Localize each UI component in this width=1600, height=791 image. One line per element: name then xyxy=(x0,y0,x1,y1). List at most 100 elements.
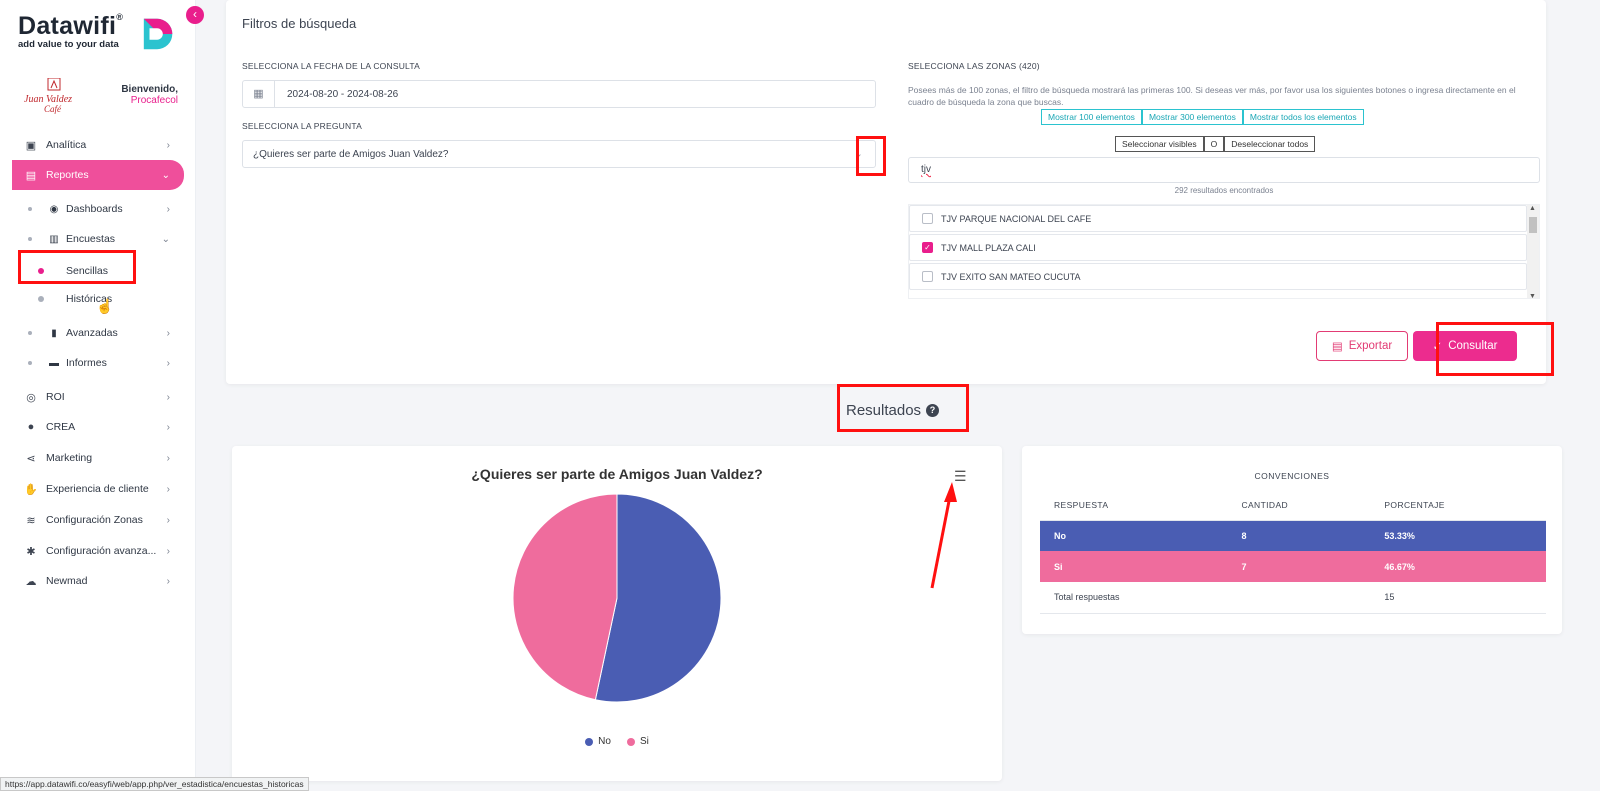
table-cell: Total respuestas xyxy=(1040,582,1228,614)
table-cell: 7 xyxy=(1227,551,1371,582)
zone-list: TJV PARQUE NACIONAL DEL CAFE ✓ TJV MALL … xyxy=(908,204,1540,299)
show-300-button[interactable]: Mostrar 300 elementos xyxy=(1141,109,1243,125)
logo-tagline: add value to your data xyxy=(18,39,119,50)
chevron-right-icon: › xyxy=(166,203,170,215)
legend-item-no[interactable]: No xyxy=(585,736,611,747)
table-cell: 53.33% xyxy=(1370,520,1546,551)
table-header: PORCENTAJE xyxy=(1370,490,1546,521)
welcome-title: Bienvenido, xyxy=(121,84,178,95)
chevron-down-icon[interactable]: ⌄ xyxy=(854,147,863,160)
consult-label: Consultar xyxy=(1448,340,1498,352)
sidebar-item-experiencia[interactable]: ✋ Experiencia de cliente › xyxy=(12,474,184,504)
help-icon[interactable]: ? xyxy=(926,404,940,417)
legend-label: Si xyxy=(639,736,649,747)
zones-note: Posees más de 100 zonas, el filtro de bú… xyxy=(908,85,1516,107)
pie-slice-si[interactable] xyxy=(512,493,618,701)
sidebar: Datawifi® add value to your data ‹ Juan … xyxy=(0,0,204,791)
chart-legend: No Si xyxy=(232,736,1002,747)
file-export-icon: ▤ xyxy=(1331,341,1343,353)
scroll-thumb[interactable] xyxy=(1529,217,1537,233)
legend-swatch xyxy=(626,737,635,746)
cursor-hand-icon: ☝ xyxy=(96,298,114,314)
checkbox[interactable] xyxy=(922,271,933,282)
export-button[interactable]: ▤ Exportar xyxy=(1316,331,1408,361)
datawifi-logo[interactable]: Datawifi® add value to your data xyxy=(18,12,173,50)
conventions-card: CONVENCIONES RESPUESTA CANTIDAD PORCENTA… xyxy=(1022,446,1562,634)
date-range-input[interactable]: ▦ 2024-08-20 - 2024-08-26 xyxy=(242,80,876,108)
document-icon: ▤ xyxy=(25,169,37,182)
logo-mark-icon xyxy=(143,18,173,50)
zone-search-input[interactable]: tjv xyxy=(908,157,1540,183)
date-label: SELECCIONA LA FECHA DE LA CONSULTA xyxy=(242,61,420,71)
results-title: Resultados ? xyxy=(846,402,940,419)
welcome-user: Procafecol xyxy=(130,95,178,106)
chevron-left-icon[interactable]: ‹ xyxy=(186,6,204,24)
sidebar-item-label: Analítica xyxy=(46,139,87,151)
sidebar-item-analitica[interactable]: ▣ Analítica › xyxy=(12,130,184,160)
clipboard-icon: ▥ xyxy=(49,233,59,245)
export-label: Exportar xyxy=(1348,340,1393,352)
select-visible-button[interactable]: Seleccionar visibles xyxy=(1115,136,1204,152)
table-row: No 8 53.33% xyxy=(1040,520,1546,551)
pie-chart xyxy=(512,493,722,703)
sidebar-item-label: Configuración avanza... xyxy=(46,545,157,557)
sidebar-item-informes[interactable]: ▬ Informes › xyxy=(24,350,184,376)
scroll-up-icon[interactable]: ▲ xyxy=(1529,205,1536,212)
zone-list-scrollbar[interactable]: ▲ ▼ xyxy=(1527,205,1539,298)
zone-row[interactable]: TJV EXITO SAN MATEO CUCUTA xyxy=(909,263,1527,290)
show-100-button[interactable]: Mostrar 100 elementos xyxy=(1041,109,1142,125)
table-cell: 15 xyxy=(1370,582,1546,614)
zone-result-count: 292 resultados encontrados xyxy=(1174,186,1274,195)
status-bar-url: https://app.datawifi.co/easyfi/web/app.p… xyxy=(0,777,309,791)
sidebar-item-reportes[interactable]: ▤ Reportes ⌄ xyxy=(12,160,184,190)
logo-text: Datawifi xyxy=(18,12,117,40)
sidebar-item-config-zonas[interactable]: ≋ Configuración Zonas › xyxy=(12,505,184,535)
scroll-down-icon[interactable]: ▼ xyxy=(1529,293,1536,298)
question-label: SELECCIONA LA PREGUNTA xyxy=(242,121,362,131)
legend-swatch xyxy=(585,737,594,746)
sidebar-item-newmad[interactable]: ☁ Newmad › xyxy=(12,566,184,596)
sidebar-item-label: Experiencia de cliente xyxy=(46,483,149,495)
sidebar-item-sencillas[interactable]: Sencillas xyxy=(38,259,168,283)
sidebar-item-crea[interactable]: ● CREA › xyxy=(12,412,184,442)
zone-name: TJV EXITO SAN MATEO CUCUTA xyxy=(941,271,1081,282)
chevron-right-icon: › xyxy=(166,575,170,587)
consult-button[interactable]: ✓ Consultar xyxy=(1413,331,1517,361)
book-icon: ▬ xyxy=(49,357,59,369)
question-select[interactable]: ¿Quieres ser parte de Amigos Juan Valdez… xyxy=(242,140,876,168)
chart-card: ¿Quieres ser parte de Amigos Juan Valdez… xyxy=(232,446,1002,781)
sidebar-item-dashboards[interactable]: ◉ Dashboards › xyxy=(24,196,184,222)
legend-item-si[interactable]: Si xyxy=(626,736,649,747)
zone-row[interactable]: ✓ TJV MALL PLAZA CALI xyxy=(909,234,1527,261)
sidebar-item-label: Dashboards xyxy=(66,203,123,215)
check-icon: ✓ xyxy=(1432,341,1443,353)
zone-row[interactable]: TJV PARQUE NACIONAL DEL CAFE xyxy=(909,205,1527,232)
cloud-icon: ☁ xyxy=(25,575,37,588)
zone-name: TJV MALL PLAZA CALI xyxy=(941,242,1036,253)
sidebar-item-config-avanzada[interactable]: ✱ Configuración avanza... › xyxy=(12,536,184,566)
chevron-right-icon: › xyxy=(166,139,170,151)
bar-chart-icon: ▮ xyxy=(51,327,57,339)
date-range-value: 2024-08-20 - 2024-08-26 xyxy=(287,89,399,100)
welcome-message: Bienvenido, Procafecol xyxy=(121,84,178,106)
deselect-all-button[interactable]: Deseleccionar todos xyxy=(1224,136,1316,152)
calendar-icon: ▦ xyxy=(243,81,275,107)
selection-separator: O xyxy=(1203,136,1225,152)
sidebar-item-encuestas[interactable]: ▥ Encuestas ⌄ xyxy=(24,226,184,252)
wifi-icon: ≋ xyxy=(26,514,36,527)
bullet-dot xyxy=(28,207,32,211)
checkbox[interactable] xyxy=(922,213,933,224)
legend-label: No xyxy=(598,736,611,747)
sidebar-item-avanzadas[interactable]: ▮ Avanzadas › xyxy=(24,320,184,346)
sidebar-item-label: Configuración Zonas xyxy=(46,514,143,526)
show-all-button[interactable]: Mostrar todos los elementos xyxy=(1242,109,1364,125)
checkbox-checked[interactable]: ✓ xyxy=(922,242,933,253)
juan-valdez-logo: Juan Valdez Café xyxy=(24,78,72,114)
table-header-row: RESPUESTA CANTIDAD PORCENTAJE xyxy=(1040,490,1546,521)
sidebar-item-marketing[interactable]: ⋖ Marketing › xyxy=(12,443,184,473)
filters-card: Filtros de búsqueda SELECCIONA LA FECHA … xyxy=(226,0,1546,384)
gear-icon: ✱ xyxy=(26,545,36,558)
chevron-right-icon: › xyxy=(166,421,170,433)
sidebar-item-roi[interactable]: ◎ ROI › xyxy=(12,382,184,412)
zone-name: TJV PARQUE NACIONAL DEL CAFE xyxy=(941,213,1092,224)
